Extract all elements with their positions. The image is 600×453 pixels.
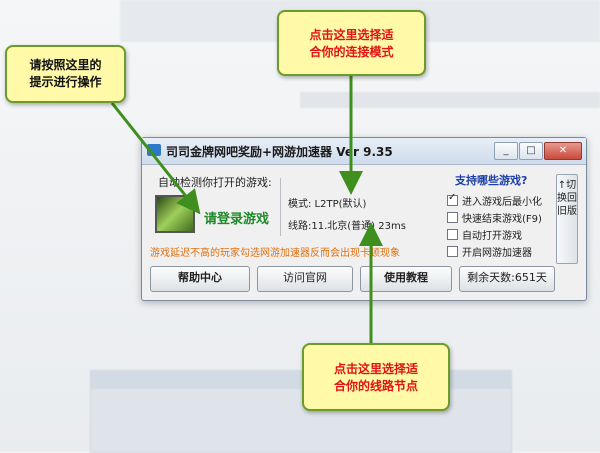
- warning-text: 游戏延迟不高的玩家勾选网游加速器反而会出现卡顿现象: [150, 248, 400, 259]
- tutorial-button[interactable]: 使用教程: [360, 266, 452, 292]
- minimize-button[interactable]: _: [494, 142, 518, 160]
- remaining-days-button[interactable]: 剩余天数:651天: [459, 266, 555, 292]
- annotation-note-instructions: 请按照这里的 提示进行操作: [5, 45, 126, 103]
- annotation-note-line-node: 点击这里选择适 合你的线路节点: [302, 343, 450, 411]
- option-enable-accelerator[interactable]: 开启网游加速器: [447, 243, 552, 260]
- option-minimize-after-enter[interactable]: 进入游戏后最小化: [447, 192, 552, 209]
- option-auto-open-game[interactable]: 自动打开游戏: [447, 226, 552, 243]
- help-center-button[interactable]: 帮助中心: [150, 266, 250, 292]
- option-label: 快速结束游戏(F9): [462, 214, 542, 225]
- close-button[interactable]: ✕: [544, 142, 582, 160]
- option-quick-end-game[interactable]: 快速结束游戏(F9): [447, 209, 552, 226]
- bg-item: [175, 300, 505, 340]
- switch-old-version-button[interactable]: ↑切换回旧版: [556, 174, 578, 264]
- annotation-note-connection-mode: 点击这里选择适 合你的连接模式: [277, 10, 426, 76]
- app-icon: [147, 144, 161, 156]
- accelerator-window: 司司金牌网吧奖励+网游加速器 Ver 9.35 _ □ ✕ 自动检测你打开的游戏…: [141, 137, 587, 301]
- title-bar[interactable]: 司司金牌网吧奖励+网游加速器 Ver 9.35 _ □ ✕: [142, 138, 586, 165]
- bg-file-list: [0, 95, 140, 333]
- connection-mode-selector[interactable]: 模式: L2TP(默认): [288, 195, 366, 210]
- bg-bar: [300, 92, 600, 108]
- checkbox[interactable]: [447, 246, 458, 257]
- visit-website-button[interactable]: 访问官网: [257, 266, 353, 292]
- supported-games-link[interactable]: 支持哪些游戏?: [455, 172, 552, 188]
- window-title: 司司金牌网吧奖励+网游加速器 Ver 9.35: [166, 145, 393, 159]
- note-line: 合你的连接模式: [309, 45, 394, 59]
- note-line: 提示进行操作: [29, 75, 102, 89]
- checkbox[interactable]: [447, 212, 458, 223]
- note-line: 点击这里选择适: [333, 362, 418, 376]
- option-label: 自动打开游戏: [462, 231, 522, 242]
- note-line: 请按照这里的: [29, 58, 102, 72]
- auto-detect-label: 自动检测你打开的游戏:: [158, 176, 272, 189]
- note-line: 合你的线路节点: [333, 379, 418, 393]
- option-label: 进入游戏后最小化: [462, 197, 542, 208]
- login-game-link[interactable]: 请登录游戏: [204, 208, 269, 227]
- option-label: 开启网游加速器: [462, 248, 532, 259]
- divider: [280, 178, 281, 236]
- options-panel: 支持哪些游戏? 进入游戏后最小化 快速结束游戏(F9) 自动打开游戏 开启网游加…: [447, 172, 552, 260]
- checkbox[interactable]: [447, 229, 458, 240]
- game-icon: [155, 195, 195, 233]
- line-node-selector[interactable]: 线路:11.北京(普通) 23ms: [288, 217, 406, 232]
- checkbox[interactable]: [447, 192, 458, 206]
- maximize-button[interactable]: □: [519, 142, 543, 160]
- note-line: 点击这里选择适: [309, 28, 394, 42]
